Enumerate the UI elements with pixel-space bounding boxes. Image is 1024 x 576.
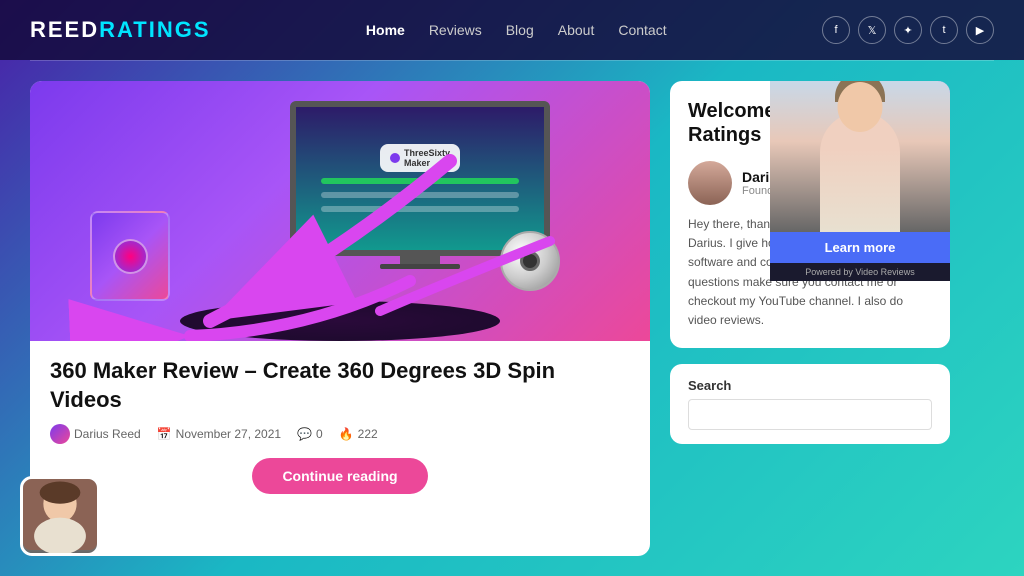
camera-ball — [500, 231, 560, 291]
person-head — [838, 82, 883, 132]
twitter-icon[interactable]: 𝕏 — [858, 16, 886, 44]
nav-reviews[interactable]: Reviews — [429, 22, 482, 38]
product-box — [90, 211, 180, 311]
box-face — [90, 211, 170, 301]
monitor-stand — [400, 256, 440, 264]
social-links: f 𝕏 ✦ t ▶ — [822, 16, 994, 44]
progress-bar-green — [321, 178, 519, 184]
author-avatar-image — [688, 161, 732, 205]
powered-by-text: Powered by Video Reviews — [770, 263, 950, 281]
article-body: 360 Maker Review – Create 360 Degrees 3D… — [30, 341, 650, 506]
tumblr-icon[interactable]: t — [930, 16, 958, 44]
author-avatar — [688, 161, 732, 205]
meta-views: 🔥 222 — [339, 427, 378, 441]
monitor-screen-inner: ThreeSixtyMaker — [296, 107, 544, 250]
monitor-screen: ThreeSixtyMaker — [290, 101, 550, 256]
sidebar: Welcome to Reed Ratings Darius Founder 🌐… — [670, 81, 950, 556]
continue-reading-button[interactable]: Continue reading — [252, 458, 427, 494]
meta-date: 📅 November 27, 2021 — [157, 427, 281, 441]
youtube-icon[interactable]: ▶ — [966, 16, 994, 44]
video-review-overlay: Learn more Powered by Video Reviews — [770, 81, 950, 281]
author-name-meta: Darius Reed — [74, 427, 141, 441]
site-header: ReedRatings Home Reviews Blog About Cont… — [0, 0, 1024, 60]
nav-home[interactable]: Home — [366, 22, 405, 38]
pedestal — [180, 301, 500, 341]
search-widget: Search — [670, 364, 950, 444]
person-body — [820, 112, 900, 232]
search-input[interactable] — [688, 399, 932, 430]
welcome-widget: Welcome to Reed Ratings Darius Founder 🌐… — [670, 81, 950, 348]
nav-about[interactable]: About — [558, 22, 595, 38]
views-icon: 🔥 — [339, 427, 354, 441]
article-hero-image: ThreeSixtyMaker — [30, 81, 650, 341]
nav-contact[interactable]: Contact — [618, 22, 666, 38]
progress-bar-2 — [321, 206, 519, 212]
article-date: November 27, 2021 — [176, 427, 281, 441]
progress-bar — [321, 192, 519, 198]
pinterest-icon[interactable]: ✦ — [894, 16, 922, 44]
site-logo[interactable]: ReedRatings — [30, 17, 211, 43]
video-frame — [770, 81, 950, 232]
comment-icon: 💬 — [297, 427, 312, 441]
brand-badge: ThreeSixtyMaker — [380, 144, 460, 172]
views-count: 222 — [358, 427, 378, 441]
camera-lens — [520, 251, 540, 271]
article-card: ThreeSixtyMaker — [30, 81, 650, 556]
box-lens — [113, 239, 148, 274]
facebook-icon[interactable]: f — [822, 16, 850, 44]
article-meta: Darius Reed 📅 November 27, 2021 💬 0 🔥 22… — [50, 424, 630, 444]
avatar-image — [23, 479, 97, 553]
meta-comments: 💬 0 — [297, 427, 323, 441]
meta-author: Darius Reed — [50, 424, 141, 444]
bottom-left-avatar — [20, 476, 100, 556]
comments-count: 0 — [316, 427, 323, 441]
monitor-base — [380, 264, 460, 269]
video-person — [770, 81, 950, 232]
nav-blog[interactable]: Blog — [506, 22, 534, 38]
learn-more-button[interactable]: Learn more — [770, 232, 950, 263]
calendar-icon: 📅 — [157, 427, 172, 441]
main-content: ThreeSixtyMaker — [0, 61, 1024, 576]
main-nav: Home Reviews Blog About Contact — [366, 22, 667, 38]
search-label: Search — [688, 378, 932, 393]
avatar-svg — [23, 476, 97, 553]
author-small-avatar — [50, 424, 70, 444]
article-title: 360 Maker Review – Create 360 Degrees 3D… — [50, 357, 630, 414]
